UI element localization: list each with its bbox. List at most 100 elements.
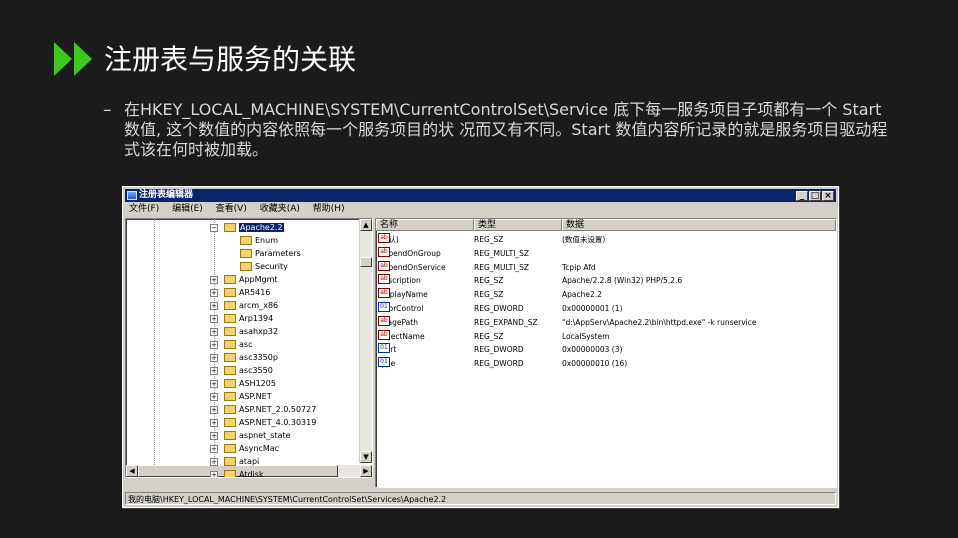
tree-item[interactable]: Enum [240, 234, 278, 247]
value-type: REG_SZ [474, 331, 504, 341]
menu-view[interactable]: 查看(V) [216, 204, 247, 214]
scroll-right-button[interactable]: ▶ [360, 465, 372, 477]
folder-icon [224, 444, 236, 453]
tree-item[interactable]: Security [240, 260, 288, 273]
expand-icon[interactable]: + [210, 354, 218, 362]
folder-icon [224, 314, 236, 323]
tree-item[interactable]: + ASP.NET_4.0.30319 [210, 416, 316, 429]
scroll-down-button[interactable]: ▼ [360, 451, 372, 463]
column-type[interactable]: 类型 [474, 219, 562, 231]
tree-item[interactable]: + ASP.NET [210, 390, 272, 403]
value-name: ab DependOnGroup [378, 246, 441, 258]
scroll-thumb[interactable] [360, 257, 372, 267]
tree-item[interactable]: + atapi [210, 455, 259, 468]
tree-item-label: Enum [255, 236, 278, 245]
expand-icon[interactable]: + [210, 393, 218, 401]
title-bar[interactable]: 注册表编辑器 _ □ × [125, 189, 836, 202]
binary-value-icon: 01 [378, 343, 390, 354]
expand-icon[interactable]: + [210, 302, 218, 310]
value-data: LocalSystem [562, 331, 610, 341]
expand-icon[interactable]: + [210, 341, 218, 349]
list-item[interactable]: 01Start REG_DWORD 0x00000003 (3) [376, 343, 836, 356]
tree-item[interactable]: + AsyncMac [210, 442, 279, 455]
column-data[interactable]: 数据 [562, 219, 836, 231]
value-name: ab Description [378, 274, 421, 286]
bullet-dash: – [103, 100, 112, 120]
menu-edit[interactable]: 编辑(E) [172, 204, 203, 214]
folder-icon [224, 431, 236, 440]
folder-icon [224, 327, 236, 336]
folder-icon [224, 223, 236, 232]
list-item[interactable]: 01Type REG_DWORD 0x00000010 (16) [376, 357, 836, 370]
tree-item[interactable]: + asahxp32 [210, 325, 279, 338]
expand-icon[interactable]: + [210, 432, 218, 440]
expand-icon[interactable]: + [210, 289, 218, 297]
value-list[interactable]: 名称 类型 数据 ab(默认) REG_SZ (数值未设置) abDependOnGr… [375, 218, 837, 488]
expand-icon[interactable]: + [210, 276, 218, 284]
collapse-icon[interactable]: − [210, 224, 218, 232]
close-button[interactable]: × [822, 191, 834, 201]
tree-item-selected[interactable]: − Apache2.2 [210, 221, 284, 234]
window-title: 注册表编辑器 [139, 190, 194, 200]
scroll-up-button[interactable]: ▲ [360, 219, 372, 231]
tree-item-label: aspnet_state [239, 431, 291, 440]
tree-item[interactable]: + arcm_x86 [210, 299, 278, 312]
tree-item[interactable]: Parameters [240, 247, 301, 260]
string-value-icon: ab [378, 274, 390, 285]
list-item[interactable]: ab ImagePath REG_EXPAND_SZ "d:\AppServ\Apac… [376, 315, 836, 329]
expand-icon[interactable]: + [210, 315, 218, 323]
tree-vertical-scrollbar[interactable]: ▲ ▼ [359, 219, 372, 463]
tree-item[interactable]: + AR5416 [210, 286, 271, 299]
tree-item[interactable]: + Atdisk [210, 468, 264, 477]
tree-item[interactable]: + ASP.NET_2.0.50727 [210, 403, 317, 416]
expand-icon[interactable]: + [210, 445, 218, 453]
expand-icon[interactable]: + [210, 419, 218, 427]
tree-item-label: asahxp32 [239, 327, 279, 336]
maximize-button[interactable]: □ [809, 191, 821, 201]
tree-item[interactable]: + AppMgmt [210, 273, 278, 286]
tree-item[interactable]: + asc3550 [210, 364, 273, 377]
tree-item-label: asc3550 [239, 366, 273, 375]
value-data: (数值未设置) [562, 235, 606, 244]
list-item[interactable]: ab DisplayName REG_SZ Apache2.2 [376, 288, 836, 301]
minimize-button[interactable]: _ [796, 191, 808, 201]
slide-title: 注册表与服务的关联 [104, 43, 357, 76]
tree-item[interactable]: + asc3350p [210, 351, 278, 364]
list-item[interactable]: 01 ErrorControl REG_DWORD 0x00000001 (1) [376, 302, 836, 315]
menu-help[interactable]: 帮助(H) [313, 204, 345, 214]
list-item[interactable]: ab DependOnService REG_MULTI_SZ Tcpip Afd [376, 260, 836, 274]
tree-item-label: AR5416 [239, 288, 271, 297]
value-data: "d:\AppServ\Apache2.2\bin\httpd.exe" -k … [562, 317, 757, 327]
expand-icon[interactable]: + [210, 458, 218, 466]
value-name: 01 ErrorControl [378, 302, 424, 313]
value-type: REG_SZ [474, 235, 504, 244]
expand-icon[interactable]: + [210, 328, 218, 336]
tree-item[interactable]: + ASH1205 [210, 377, 276, 390]
scroll-left-button[interactable]: ◀ [126, 465, 138, 477]
binary-value-icon: 01 [378, 302, 390, 312]
tree-item[interactable]: + asc [210, 338, 252, 351]
string-value-icon: ab [378, 260, 390, 271]
string-value-icon: ab [378, 315, 390, 326]
double-play-icon [54, 42, 92, 76]
list-item[interactable]: ab DependOnGroup REG_MULTI_SZ [376, 246, 836, 260]
column-name[interactable]: 名称 [376, 219, 474, 231]
expand-icon[interactable]: + [210, 367, 218, 375]
folder-icon [240, 236, 252, 245]
expand-icon[interactable]: + [210, 406, 218, 414]
list-item[interactable]: ab(默认) REG_SZ (数值未设置) [376, 233, 836, 246]
expand-icon[interactable]: + [210, 471, 218, 477]
tree-item[interactable]: + aspnet_state [210, 429, 291, 442]
value-type: REG_DWORD [474, 359, 524, 369]
value-data: 0x00000003 (3) [562, 345, 623, 355]
tree-item-label: ASP.NET_2.0.50727 [239, 405, 317, 414]
list-item[interactable]: ab ObjectName REG_SZ LocalSystem [376, 329, 836, 343]
tree-item-label: Apache2.2 [239, 223, 284, 232]
value-type: REG_SZ [474, 276, 504, 286]
menu-file[interactable]: 文件(F) [129, 204, 159, 214]
menu-favorites[interactable]: 收藏夹(A) [260, 204, 300, 214]
key-tree[interactable]: ▲ ▼ ◀ ▶ − Apache2.2 Enum Parameters Security… [125, 218, 373, 478]
expand-icon[interactable]: + [210, 380, 218, 388]
tree-item[interactable]: + Arp1394 [210, 312, 273, 325]
list-item[interactable]: ab Description REG_SZ Apache/2.2.8 (Win32) … [376, 274, 836, 287]
